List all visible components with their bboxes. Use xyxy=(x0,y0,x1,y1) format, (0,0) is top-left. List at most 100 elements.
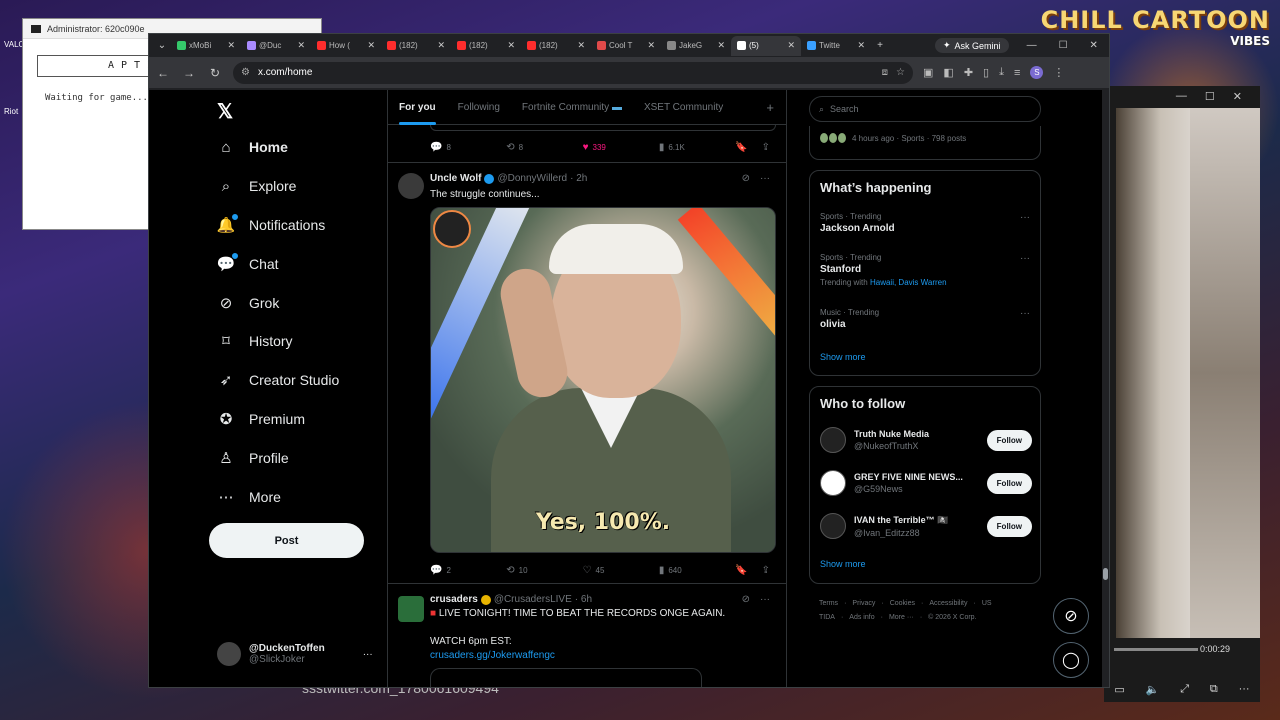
trending-with-links[interactable]: Hawaii, Davis Warren xyxy=(870,278,947,287)
reload-button[interactable]: ↻ xyxy=(207,66,223,80)
extension-icon[interactable]: ▣ xyxy=(923,66,933,79)
tweet-link[interactable]: crusaders.gg/Jokerwaffengc xyxy=(430,650,555,661)
tab-xset-community[interactable]: XSET Community xyxy=(633,90,734,125)
like-button[interactable]: ♡ 45 xyxy=(583,565,659,576)
browser-tab[interactable]: Cool T ✕ xyxy=(591,36,661,56)
site-info-icon[interactable]: ⚙ xyxy=(241,67,250,78)
minimize-icon[interactable]: — xyxy=(1176,90,1187,104)
nav-item-home[interactable]: ⌂ Home xyxy=(217,138,287,156)
video-frame[interactable] xyxy=(1190,108,1260,638)
show-more-link[interactable]: Show more xyxy=(820,352,866,362)
repost-button[interactable]: ⟲ 10 xyxy=(506,565,582,576)
maximize-icon[interactable]: ☐ xyxy=(1205,90,1215,104)
nav-item-history[interactable]: ⌑ History xyxy=(217,332,292,350)
profile-avatar[interactable]: S xyxy=(1030,66,1044,79)
forward-button[interactable]: → xyxy=(181,66,197,80)
follow-button[interactable]: Follow xyxy=(986,429,1032,451)
fullscreen-icon[interactable]: ⤢ xyxy=(1180,683,1189,696)
browser-tab[interactable]: xMoBi ✕ xyxy=(171,36,241,56)
grok-icon[interactable]: ⊘ xyxy=(742,173,750,184)
views-button[interactable]: ▮ 640 xyxy=(659,565,735,576)
more-icon[interactable]: ··· xyxy=(1020,308,1030,319)
footer-link[interactable]: More ··· xyxy=(889,614,914,621)
tab-close-icon[interactable]: ✕ xyxy=(507,40,515,51)
tab-close-icon[interactable]: ✕ xyxy=(857,40,865,51)
avatar[interactable] xyxy=(820,470,846,496)
reply-button[interactable]: 💬 8 xyxy=(430,142,506,153)
tab-search-icon[interactable]: ⌄ xyxy=(153,37,171,55)
grok-icon[interactable]: ⊘ xyxy=(742,594,750,605)
browser-tab[interactable]: (5) ✕ xyxy=(731,35,801,56)
footer-link[interactable]: Terms xyxy=(819,600,838,607)
messages-fab-icon[interactable]: ◯ xyxy=(1053,642,1089,678)
maximize-icon[interactable]: ☐ xyxy=(1059,40,1068,51)
share-icon[interactable]: ⇪ xyxy=(762,565,770,576)
nav-item-grok[interactable]: ⊘ Grok xyxy=(217,294,280,312)
close-icon[interactable]: ✕ xyxy=(1090,40,1098,51)
browser-menu-icon[interactable]: ⋮ xyxy=(1053,66,1064,79)
url-bar[interactable]: ⚙ x.com/home ⧈ ☆ xyxy=(233,61,913,84)
split-view-icon[interactable]: ▯ xyxy=(983,66,989,79)
footer-link[interactable]: Privacy xyxy=(852,600,875,607)
nav-item-chat[interactable]: 💬 Chat xyxy=(217,252,279,273)
views-button[interactable]: ▮ 6.1K xyxy=(659,142,735,153)
browser-tab[interactable]: (182) ✕ xyxy=(521,36,591,56)
tweet-video[interactable]: Yes, 100%. xyxy=(430,207,776,553)
scrollbar[interactable] xyxy=(1102,90,1109,687)
avatar[interactable] xyxy=(398,596,424,622)
more-icon[interactable]: ··· xyxy=(760,173,770,184)
bookmark-icon[interactable]: 🔖 xyxy=(735,565,747,576)
tweet-author-handle[interactable]: @CrusadersLIVE xyxy=(494,594,572,605)
more-icon[interactable]: ··· xyxy=(1239,683,1250,696)
trending-card-partial[interactable]: 4 hours ago · Sports · 798 posts xyxy=(809,126,1041,160)
nav-item-creator-studio[interactable]: ➶ Creator Studio xyxy=(217,371,340,389)
follow-button[interactable]: Follow xyxy=(986,515,1032,537)
tab-close-icon[interactable]: ✕ xyxy=(577,40,585,51)
tweet[interactable]: Uncle Wolf @DonnyWillerd · 2h ⊘ ··· The s… xyxy=(388,163,786,584)
tweet-time[interactable]: · 6h xyxy=(575,594,592,605)
footer-link[interactable]: Accessibility xyxy=(929,600,967,607)
volume-icon[interactable]: 🔈 xyxy=(1146,683,1160,696)
more-icon[interactable]: ··· xyxy=(1020,212,1030,223)
tweet-author-handle[interactable]: @DonnyWillerd xyxy=(497,173,567,184)
captions-icon[interactable]: ▭ xyxy=(1114,683,1124,696)
tab-for-you[interactable]: For you xyxy=(388,90,447,125)
miniplayer-icon[interactable]: ⧉ xyxy=(1210,683,1218,696)
tab-close-icon[interactable]: ✕ xyxy=(367,40,375,51)
tweet[interactable]: crusaders @CrusadersLIVE · 6h ⊘ ··· ■ LIV… xyxy=(388,584,786,687)
browser-tab[interactable]: (182) ✕ xyxy=(381,36,451,56)
close-icon[interactable]: ✕ xyxy=(1233,90,1242,104)
tab-close-icon[interactable]: ✕ xyxy=(297,40,305,51)
minimize-icon[interactable]: — xyxy=(1027,40,1037,51)
tweet-media[interactable] xyxy=(430,668,702,687)
browser-tab[interactable]: (182) ✕ xyxy=(451,36,521,56)
footer-link[interactable]: Cookies xyxy=(890,600,915,607)
follow-suggestion[interactable]: GREY FIVE NINE NEWS... @G59News Follow xyxy=(820,468,1032,498)
new-tab-button[interactable]: + xyxy=(871,37,889,55)
grok-fab-icon[interactable]: ⊘ xyxy=(1053,598,1089,634)
follow-button[interactable]: Follow xyxy=(986,472,1032,494)
like-button[interactable]: ♥ 339 xyxy=(583,142,659,153)
follow-suggestion[interactable]: Truth Nuke Media @NukeofTruthX Follow xyxy=(820,425,1032,455)
previous-post-media[interactable] xyxy=(430,125,776,131)
x-logo-icon[interactable]: 𝕏 xyxy=(217,99,233,124)
trend-item[interactable]: Sports · Trending Jackson Arnold ··· xyxy=(820,212,1032,234)
trend-item[interactable]: Sports · Trending Stanford Trending with… xyxy=(820,253,1032,287)
more-icon[interactable]: ··· xyxy=(760,594,770,605)
tab-close-icon[interactable]: ✕ xyxy=(717,40,725,51)
follow-suggestion[interactable]: IVAN the Terrible™ 🏴‍☠️ @Ivan_Editzz88 Fo… xyxy=(820,511,1032,541)
repost-button[interactable]: ⟲ 8 xyxy=(506,142,582,153)
add-tab-icon[interactable]: + xyxy=(766,100,774,115)
scrollbar-thumb[interactable] xyxy=(1103,568,1108,580)
nav-item-profile[interactable]: ♙ Profile xyxy=(217,449,288,467)
more-icon[interactable]: ··· xyxy=(363,649,373,660)
browser-tab[interactable]: @Duc ✕ xyxy=(241,36,311,56)
more-icon[interactable]: ··· xyxy=(1020,253,1030,264)
avatar[interactable] xyxy=(820,427,846,453)
tweet-author-name[interactable]: Uncle Wolf xyxy=(430,173,481,184)
extensions-puzzle-icon[interactable]: ✚ xyxy=(964,66,973,79)
browser-tab[interactable]: How (✕ xyxy=(311,36,381,56)
browser-tab[interactable]: Twitte ✕ xyxy=(801,36,871,56)
avatar[interactable] xyxy=(820,513,846,539)
tab-close-icon[interactable]: ✕ xyxy=(787,40,795,51)
